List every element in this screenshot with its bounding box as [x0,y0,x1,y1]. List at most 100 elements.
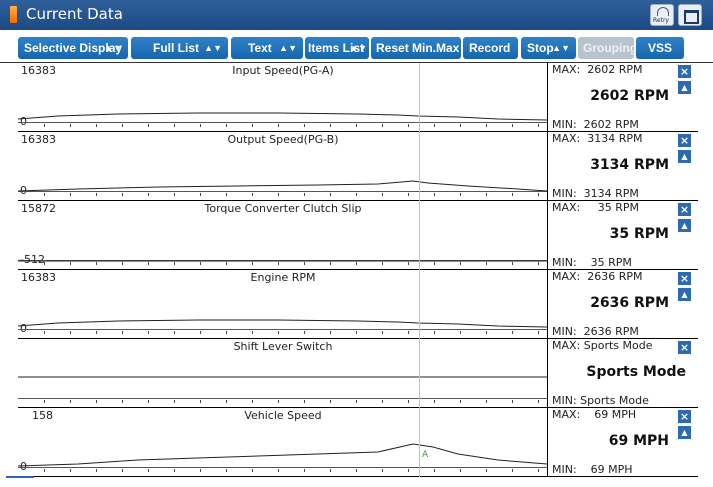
tick-mark [486,469,487,472]
tick-mark [200,124,201,127]
data-row: 16383 Engine RPM 0 MAX: 2636 RPM 2636 RP… [18,270,698,339]
close-icon[interactable]: × [678,272,691,285]
vss-label: VSS [648,41,673,55]
tick-mark [382,400,383,403]
trend-line [18,112,548,121]
tick-mark [122,331,123,334]
data-row: 16383 Input Speed(PG-A) 0 MAX: 2602 RPM … [18,63,698,132]
tick-mark [226,193,227,196]
tick-mark [148,124,149,127]
tick-mark [538,331,539,334]
trend-graph: 15872 Torque Converter Clutch Slip -512 [18,201,548,270]
max-value: MAX: 3134 RPM [552,132,643,145]
tick-mark [408,193,409,196]
full-list-label: Full List [153,41,199,55]
tick-mark [382,469,383,472]
reorder-icon[interactable]: ▲ [678,426,691,439]
tick-mark [356,124,357,127]
tick-mark [278,262,279,265]
grouping-label: Grouping [583,41,637,55]
tick-mark [148,262,149,265]
tick-mark [96,331,97,334]
min-value: MIN: 3134 RPM [552,187,639,200]
updown-icon: ▲▼ [104,43,122,53]
tick-mark [70,124,71,127]
tick-mark [330,193,331,196]
reset-min-max-button[interactable]: Reset Min.Max [371,37,461,59]
tick-mark [434,262,435,265]
tick-mark [200,262,201,265]
tick-mark [304,331,305,334]
selective-display-button[interactable]: Selective Display ▲▼ [18,37,128,59]
tick-mark [174,124,175,127]
app-icon [10,6,17,23]
tick-mark [408,124,409,127]
updown-icon: ▲▼ [552,43,570,53]
record-label: Record [469,41,511,55]
reorder-icon[interactable]: ▲ [678,219,691,232]
tick-mark [304,193,305,196]
close-icon[interactable]: × [678,410,691,423]
grouping-button[interactable]: Grouping [578,37,637,59]
close-icon[interactable]: × [678,134,691,147]
tick-mark [122,262,123,265]
trend-graph: 158 Vehicle Speed 0 A [18,408,548,477]
tick-mark [226,124,227,127]
tick-mark [486,400,487,403]
tick-mark [460,400,461,403]
retry-button[interactable]: Retry [650,4,674,26]
items-list-button[interactable]: Items List ▲▼ [305,37,369,59]
maximize-button[interactable] [678,4,702,26]
tick-mark [44,193,45,196]
trend-line [18,260,547,262]
tick-mark [174,400,175,403]
tick-mark [200,400,201,403]
full-list-button[interactable]: Full List ▲▼ [131,37,228,59]
tick-mark [408,469,409,472]
tick-mark [252,469,253,472]
tick-mark [252,331,253,334]
value-panel: MAX: 69 MPH 69 MPH MIN: 69 MPH × ▲ [548,408,698,477]
updown-icon: ▲▼ [204,43,222,53]
tick-mark [200,331,201,334]
text-label: Text [248,41,272,55]
data-row: 158 Vehicle Speed 0 A MAX: 69 MPH 69 MPH… [18,408,698,477]
tick-mark [278,331,279,334]
max-value: MAX: 69 MPH [552,408,637,421]
trend-line [18,376,547,378]
tick-mark [96,124,97,127]
tick-mark [278,193,279,196]
window-titlebar: Current Data Retry [0,0,713,30]
tick-mark [486,331,487,334]
data-row: 16383 Output Speed(PG-B) 0 MAX: 3134 RPM… [18,132,698,201]
tick-mark [148,469,149,472]
updown-icon: ▲▼ [349,43,367,53]
tick-mark [70,400,71,403]
min-value: MIN: 2602 RPM [552,118,639,131]
stop-button[interactable]: Stop ▲▼ [521,37,576,59]
text-button[interactable]: Text ▲▼ [231,37,303,59]
close-icon[interactable]: × [678,203,691,216]
tick-mark [226,331,227,334]
close-icon[interactable]: × [678,341,691,354]
reorder-icon[interactable]: ▲ [678,150,691,163]
vss-button[interactable]: VSS [636,37,684,59]
tick-mark [122,193,123,196]
tick-mark [174,193,175,196]
max-value: MAX: Sports Mode [552,339,653,352]
tick-mark [304,262,305,265]
time-cursor[interactable] [419,63,420,477]
close-icon[interactable]: × [678,65,691,78]
tick-mark [252,193,253,196]
reorder-icon[interactable]: ▲ [678,81,691,94]
tick-mark [434,469,435,472]
tick-mark [278,124,279,127]
cursor-marker-label: A [422,450,429,460]
record-button[interactable]: Record [463,37,518,59]
data-row: Shift Lever Switch MAX: Sports Mode Spor… [18,339,698,408]
tick-mark [226,469,227,472]
reorder-icon[interactable]: ▲ [678,288,691,301]
tick-mark [460,262,461,265]
tick-mark [330,262,331,265]
trend-graph: 16383 Output Speed(PG-B) 0 [18,132,548,201]
